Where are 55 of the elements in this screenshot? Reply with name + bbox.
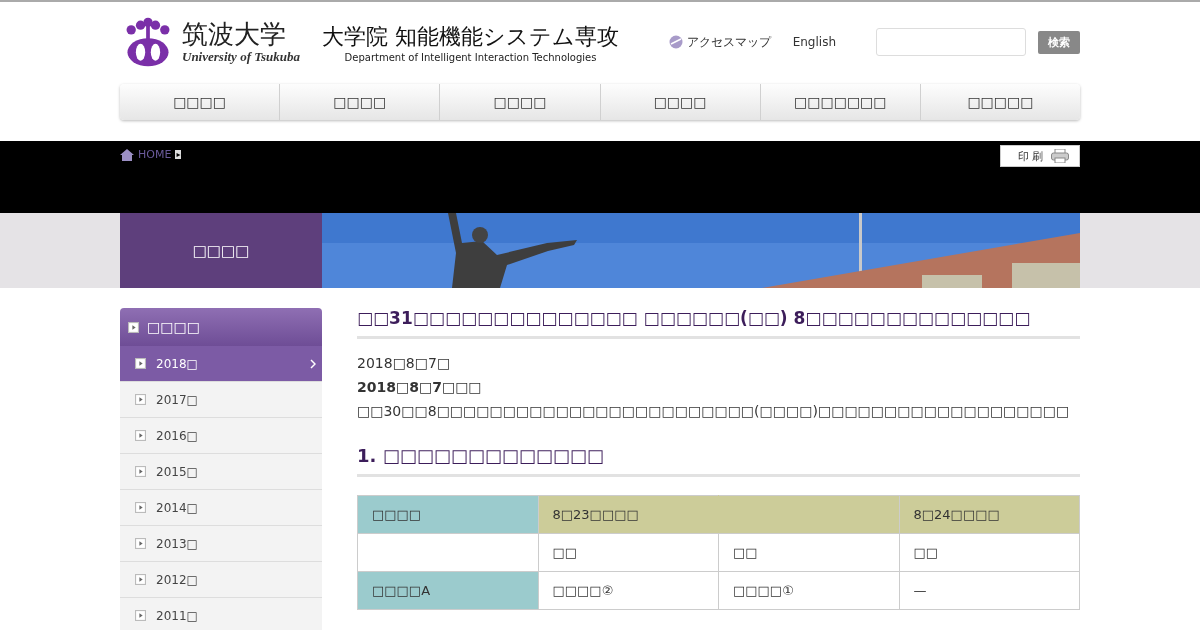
print-button[interactable]: 印 刷	[1000, 145, 1080, 167]
search-field[interactable]	[876, 28, 1026, 56]
nav-tab[interactable]: □□□□	[280, 84, 441, 120]
nav-tab[interactable]: □□□□□	[920, 84, 1080, 120]
sidebar-item[interactable]: 2018□	[120, 346, 322, 382]
printer-icon	[1051, 149, 1069, 163]
nav-tab[interactable]: □□□□□□□	[760, 84, 921, 120]
article-text: □□30□□8□□□□□□□□□□□□□□□□□□□□□□□□(□□□□)□□□□□□□□□□□□□□□□□□□	[357, 402, 1071, 421]
table-cell: 8□24□□□□	[899, 495, 1080, 534]
year-label: 2015□	[156, 464, 198, 479]
year-label: 2018□	[156, 356, 198, 371]
nav-tab[interactable]: □□□□	[440, 84, 601, 120]
english-link[interactable]: English	[792, 35, 836, 49]
home-link[interactable]: HOME	[138, 148, 172, 161]
sidebar-header[interactable]: □□□□	[120, 308, 322, 346]
table-cell: □□	[899, 533, 1080, 572]
sidebar-item[interactable]: 2011□	[120, 598, 322, 630]
table-cell: □□□□②	[538, 571, 719, 610]
year-label: 2012□	[156, 572, 198, 587]
sidebar-item[interactable]: 2015□	[120, 454, 322, 490]
sidebar-item[interactable]: 2017□	[120, 382, 322, 418]
breadcrumb-separator: ▸	[175, 150, 182, 159]
year-label: 2017□	[156, 392, 198, 407]
chevron-icon	[310, 358, 316, 369]
sidebar-item[interactable]: 2012□	[120, 562, 322, 598]
year-label: 2014□	[156, 500, 198, 515]
table-cell: □□□□①	[718, 571, 899, 610]
site-subtitle: Department of Intelligent Interaction Technologies	[344, 51, 597, 63]
university-name-english: University of Tsukuba	[182, 49, 300, 65]
article-title: □□31□□□□□□□□□□□□□□ □□□□□□(□□) 8□□□□□□□□□□□□□□	[357, 308, 1080, 339]
globe-icon	[668, 35, 683, 49]
table-cell: □□□□A	[357, 571, 538, 610]
sidebar-item[interactable]: 2016□	[120, 418, 322, 454]
year-label: 2011□	[156, 608, 198, 623]
article-date: 2018□8□7□	[357, 354, 452, 373]
table-cell: □□	[718, 533, 899, 572]
table-cell: 8□23□□□□	[538, 495, 719, 534]
table-cell: —	[899, 571, 1080, 610]
access-map-link[interactable]: アクセスマップ	[686, 33, 771, 51]
sidebar-item[interactable]: 2013□	[120, 526, 322, 562]
table-cell: □□	[538, 533, 719, 572]
sidebar-title: □□□□	[147, 319, 200, 335]
year-label: 2013□	[156, 536, 198, 551]
table-cell: □□□□	[357, 495, 538, 534]
nav-tab[interactable]: □□□□	[120, 84, 281, 120]
home-icon[interactable]	[120, 148, 134, 161]
search-button[interactable]: 検索	[1038, 30, 1080, 54]
university-name: 筑波大学	[182, 19, 287, 49]
nav-tab[interactable]: □□□□	[600, 84, 761, 120]
year-label: 2016□	[156, 428, 198, 443]
banner-title: □□□□	[120, 213, 322, 288]
article-lead: 2018□8□7□□□	[357, 378, 483, 397]
site-title: 大学院 知能機能システム専攻	[322, 22, 619, 51]
sidebar-item[interactable]: 2014□	[120, 490, 322, 526]
section-heading: 1. □□□□□□□□□□□□□	[357, 445, 1080, 477]
